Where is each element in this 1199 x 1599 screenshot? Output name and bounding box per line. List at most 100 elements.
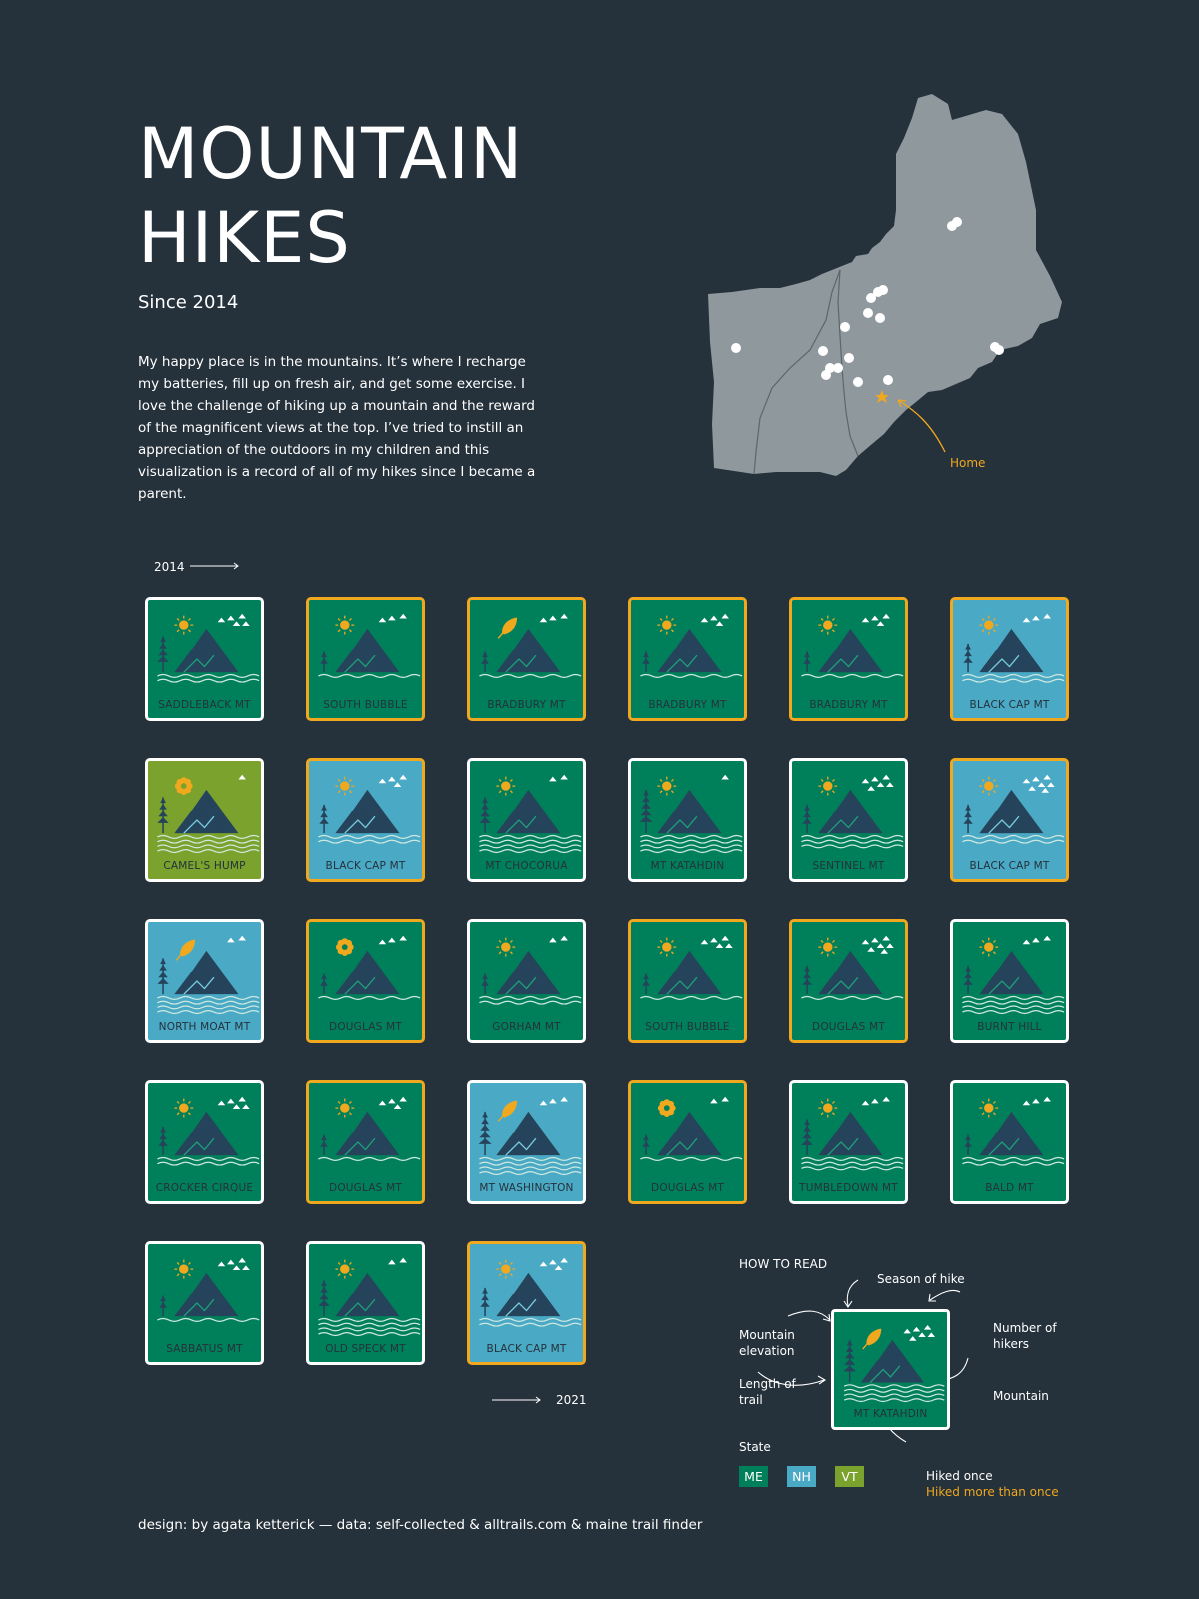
- sun-icon: [496, 937, 516, 957]
- state-chip-me: ME: [739, 1466, 768, 1487]
- tree-icon: [642, 973, 650, 995]
- sun-icon: [335, 776, 355, 796]
- hike-badge: BRADBURY MT: [467, 597, 586, 721]
- tree-icon: [963, 804, 973, 834]
- hike-badge: DOUGLAS MT: [306, 919, 425, 1043]
- sun-icon: [657, 615, 677, 635]
- hikers-icon: [861, 935, 894, 954]
- waves-icon: [640, 1156, 743, 1161]
- hike-location-dot: [818, 346, 828, 356]
- waves-icon: [318, 995, 421, 1000]
- sun-icon: [657, 937, 677, 957]
- waves-icon: [479, 995, 582, 1005]
- sun-icon: [657, 776, 677, 796]
- tree-icon: [481, 973, 489, 995]
- badge-label: BLACK CAP MT: [486, 1343, 567, 1355]
- sun-icon: [335, 615, 355, 635]
- title-line-2: HIKES: [138, 197, 351, 279]
- hikers-icon: [217, 1257, 250, 1271]
- hike-badge: SADDLEBACK MT: [145, 597, 264, 721]
- hike-badge: BLACK CAP MT: [950, 597, 1069, 721]
- hike-badge: BURNT HILL: [950, 919, 1069, 1043]
- hikers-icon: [1022, 774, 1055, 793]
- hike-location-dot: [883, 375, 893, 385]
- tree-icon: [157, 636, 169, 673]
- waves-icon: [479, 1156, 582, 1176]
- state-chip-nh: NH: [787, 1466, 816, 1487]
- hikers-icon: [378, 613, 407, 623]
- tree-icon: [843, 1339, 857, 1383]
- badge-label: CAMEL'S HUMP: [163, 860, 246, 872]
- sun-icon: [979, 615, 999, 635]
- badge-label: BRADBURY MT: [648, 699, 727, 711]
- hike-badge: BALD MT: [950, 1080, 1069, 1204]
- hikers-icon: [1022, 613, 1051, 623]
- sun-icon: [335, 1259, 355, 1279]
- badge-label: MT CHOCORUA: [485, 860, 568, 872]
- hikers-icon: [217, 613, 250, 627]
- badge-label: BRADBURY MT: [809, 699, 888, 711]
- sun-icon: [174, 1259, 194, 1279]
- hikers-icon: [1022, 1096, 1051, 1106]
- timeline-end-arrow: [492, 1396, 541, 1404]
- tree-icon: [481, 651, 489, 673]
- hikers-icon: [861, 774, 894, 791]
- hike-badge: MT KATAHDIN: [628, 758, 747, 882]
- hikers-icon: [217, 1096, 250, 1110]
- legend-example-badge: MT KATAHDIN: [831, 1309, 950, 1430]
- hike-badge: MT WASHINGTON: [467, 1080, 586, 1204]
- waves-icon: [157, 995, 260, 1015]
- waves-icon: [962, 1156, 1065, 1166]
- badge-label: NORTH MOAT MT: [158, 1021, 251, 1033]
- hike-location-dot: [878, 285, 888, 295]
- badge-label: DOUGLAS MT: [329, 1021, 402, 1033]
- badge-label: MT KATAHDIN: [853, 1408, 928, 1420]
- sun-icon: [174, 615, 194, 635]
- hikers-icon: [388, 1257, 407, 1265]
- tree-icon: [802, 965, 812, 995]
- tree-icon: [478, 1111, 492, 1156]
- hike-badge: SOUTH BUBBLE: [306, 597, 425, 721]
- title-line-1: MOUNTAIN: [138, 113, 524, 195]
- hike-badge: DOUGLAS MT: [306, 1080, 425, 1204]
- tree-icon: [157, 797, 169, 834]
- hike-badge: BLACK CAP MT: [950, 758, 1069, 882]
- waves-icon: [479, 834, 582, 854]
- badge-label: CROCKER CIRQUE: [155, 1182, 254, 1194]
- leaf-icon: [497, 617, 518, 639]
- sun-icon: [174, 1098, 194, 1118]
- badge-label: TUMBLEDOWN MT: [799, 1182, 898, 1194]
- waves-icon: [157, 673, 260, 683]
- waves-icon: [318, 673, 421, 678]
- hikers-icon: [861, 613, 890, 627]
- leaf-icon: [497, 1100, 518, 1122]
- hikers-icon: [549, 774, 568, 782]
- waves-icon: [843, 1384, 945, 1403]
- hike-location-dot: [863, 308, 873, 318]
- sun-icon: [979, 937, 999, 957]
- state-chip-vt: VT: [835, 1466, 864, 1487]
- hike-badge: TUMBLEDOWN MT: [789, 1080, 908, 1204]
- hikers-icon: [903, 1324, 936, 1341]
- hikers-icon: [238, 774, 246, 780]
- waves-icon: [801, 673, 904, 678]
- sun-icon: [979, 1098, 999, 1118]
- page-title: MOUNTAIN HIKES: [138, 112, 658, 280]
- tree-icon: [642, 651, 650, 673]
- hike-badge: CAMEL'S HUMP: [145, 758, 264, 882]
- badge-label: SADDLEBACK MT: [158, 699, 251, 711]
- sun-icon: [496, 1259, 516, 1279]
- hikers-icon: [721, 774, 729, 780]
- tree-icon: [479, 797, 491, 834]
- hikers-icon: [539, 1096, 568, 1106]
- waves-icon: [962, 834, 1065, 844]
- hike-badge: BLACK CAP MT: [467, 1241, 586, 1365]
- hikers-icon: [227, 935, 246, 943]
- badge-label: BLACK CAP MT: [325, 860, 406, 872]
- hike-location-dot: [952, 217, 962, 227]
- badge-label: SOUTH BUBBLE: [645, 1021, 730, 1033]
- tree-icon: [320, 651, 328, 673]
- subtitle: Since 2014: [138, 292, 239, 313]
- hikers-icon: [549, 935, 568, 943]
- map-land: [708, 94, 1062, 476]
